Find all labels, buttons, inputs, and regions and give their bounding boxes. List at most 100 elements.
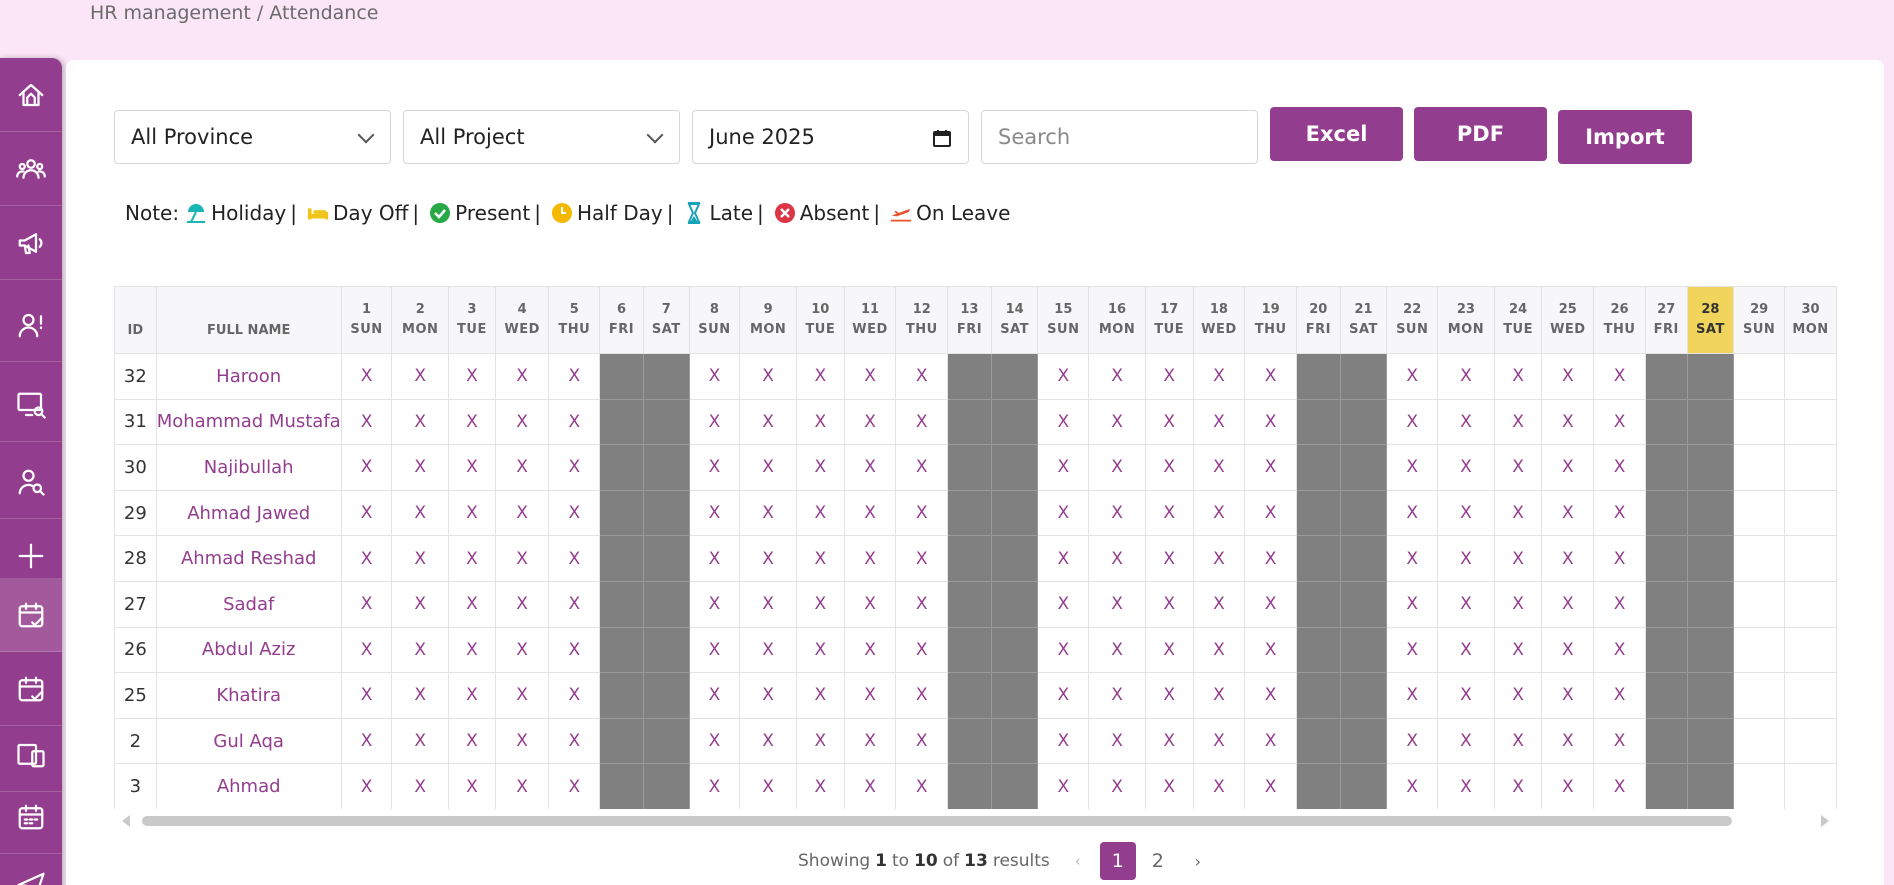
attendance-cell[interactable]: X [1144, 717, 1194, 765]
attendance-cell[interactable]: X [688, 672, 741, 719]
attendance-cell[interactable]: X [391, 580, 450, 628]
attendance-cell[interactable]: X [1437, 717, 1495, 765]
day-off-cell[interactable] [1686, 580, 1735, 628]
day-off-cell[interactable] [1644, 444, 1688, 491]
day-off-cell[interactable] [1295, 353, 1341, 400]
sidebar-item-dashboard[interactable] [0, 58, 62, 132]
day-off-cell[interactable] [1686, 763, 1735, 809]
pagination-next[interactable]: › [1180, 842, 1216, 880]
attendance-cell[interactable]: X [1244, 444, 1297, 491]
attendance-cell[interactable]: X [1386, 535, 1439, 582]
day-off-cell[interactable] [947, 444, 992, 491]
empty-day-cell[interactable] [1784, 489, 1837, 537]
employee-name[interactable]: Ahmad Jawed [155, 489, 342, 537]
empty-day-cell[interactable] [1784, 717, 1837, 765]
attendance-cell[interactable]: X [1244, 398, 1297, 446]
attendance-cell[interactable]: X [448, 763, 496, 809]
attendance-cell[interactable]: X [739, 353, 797, 400]
day-off-cell[interactable] [1644, 489, 1688, 537]
attendance-cell[interactable]: X [795, 535, 845, 582]
attendance-cell[interactable]: X [1593, 626, 1646, 674]
attendance-cell[interactable]: X [1386, 489, 1439, 537]
empty-day-cell[interactable] [1733, 353, 1785, 400]
attendance-cell[interactable]: X [1144, 580, 1194, 628]
empty-day-cell[interactable] [1733, 626, 1785, 674]
attendance-cell[interactable]: X [448, 535, 496, 582]
attendance-cell[interactable]: X [1493, 444, 1543, 491]
attendance-cell[interactable]: X [795, 717, 845, 765]
employee-name[interactable]: Ahmad Reshad [155, 535, 342, 582]
attendance-cell[interactable]: X [843, 717, 897, 765]
attendance-cell[interactable]: X [739, 580, 797, 628]
scrollbar-thumb[interactable] [142, 816, 1732, 826]
attendance-cell[interactable]: X [391, 672, 450, 719]
attendance-cell[interactable]: X [1541, 672, 1595, 719]
attendance-cell[interactable]: X [843, 672, 897, 719]
attendance-cell[interactable]: X [688, 398, 741, 446]
attendance-cell[interactable]: X [1088, 398, 1146, 446]
pagination-prev[interactable]: ‹ [1060, 842, 1096, 880]
day-off-cell[interactable] [990, 398, 1039, 446]
attendance-cell[interactable]: X [1088, 717, 1146, 765]
empty-day-cell[interactable] [1733, 489, 1785, 537]
attendance-cell[interactable]: X [340, 672, 393, 719]
day-off-cell[interactable] [1339, 489, 1388, 537]
attendance-cell[interactable]: X [1541, 717, 1595, 765]
scroll-right-arrow-icon[interactable] [1821, 815, 1829, 827]
day-off-cell[interactable] [1339, 580, 1388, 628]
day-off-cell[interactable] [947, 353, 992, 400]
sidebar-item-user-search[interactable] [0, 445, 62, 519]
attendance-cell[interactable]: X [1088, 580, 1146, 628]
empty-day-cell[interactable] [1784, 535, 1837, 582]
attendance-cell[interactable]: X [795, 353, 845, 400]
attendance-cell[interactable]: X [1386, 717, 1439, 765]
attendance-cell[interactable]: X [340, 626, 393, 674]
attendance-cell[interactable]: X [1192, 398, 1246, 446]
sidebar-item-user-alerts[interactable] [0, 288, 62, 362]
attendance-cell[interactable]: X [548, 398, 601, 446]
attendance-cell[interactable]: X [843, 763, 897, 809]
day-off-cell[interactable] [642, 489, 690, 537]
attendance-cell[interactable]: X [739, 444, 797, 491]
day-off-cell[interactable] [1686, 398, 1735, 446]
attendance-cell[interactable]: X [1144, 672, 1194, 719]
attendance-cell[interactable]: X [1541, 763, 1595, 809]
attendance-cell[interactable]: X [548, 353, 601, 400]
attendance-cell[interactable]: X [340, 444, 393, 491]
attendance-cell[interactable]: X [795, 580, 845, 628]
attendance-cell[interactable]: X [1192, 763, 1246, 809]
attendance-cell[interactable]: X [1593, 535, 1646, 582]
attendance-cell[interactable]: X [739, 672, 797, 719]
day-off-cell[interactable] [642, 672, 690, 719]
attendance-cell[interactable]: X [1437, 444, 1495, 491]
attendance-cell[interactable]: X [795, 763, 845, 809]
sidebar-item-announcements[interactable] [0, 206, 62, 280]
day-off-cell[interactable] [1295, 444, 1341, 491]
day-off-cell[interactable] [1644, 626, 1688, 674]
day-off-cell[interactable] [642, 535, 690, 582]
attendance-cell[interactable]: X [1144, 763, 1194, 809]
attendance-cell[interactable]: X [795, 489, 845, 537]
attendance-cell[interactable]: X [688, 626, 741, 674]
attendance-cell[interactable]: X [843, 353, 897, 400]
scroll-left-arrow-icon[interactable] [122, 815, 130, 827]
attendance-cell[interactable]: X [843, 626, 897, 674]
attendance-cell[interactable]: X [494, 398, 550, 446]
attendance-cell[interactable]: X [1088, 763, 1146, 809]
attendance-cell[interactable]: X [1541, 626, 1595, 674]
excel-button[interactable]: Excel [1270, 107, 1403, 161]
attendance-cell[interactable]: X [1386, 672, 1439, 719]
attendance-cell[interactable]: X [494, 717, 550, 765]
attendance-cell[interactable]: X [795, 444, 845, 491]
empty-day-cell[interactable] [1784, 626, 1837, 674]
day-off-cell[interactable] [947, 535, 992, 582]
day-off-cell[interactable] [947, 398, 992, 446]
attendance-cell[interactable]: X [1037, 489, 1090, 537]
attendance-cell[interactable]: X [688, 763, 741, 809]
attendance-cell[interactable]: X [739, 717, 797, 765]
attendance-cell[interactable]: X [1244, 763, 1297, 809]
day-off-cell[interactable] [599, 763, 644, 809]
employee-name[interactable]: Najibullah [155, 444, 342, 491]
day-off-cell[interactable] [990, 763, 1039, 809]
attendance-cell[interactable]: X [448, 353, 496, 400]
